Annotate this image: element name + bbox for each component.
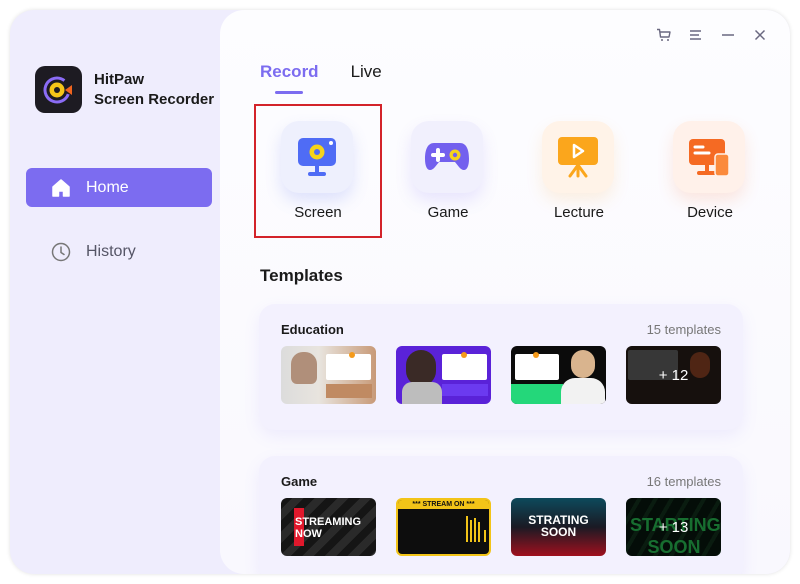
dot: [461, 352, 467, 358]
tab-record[interactable]: Record: [260, 62, 319, 94]
main-panel: Record Live Screen Game Lecture Device T…: [220, 10, 790, 574]
person-body: [561, 378, 605, 404]
template-thumbnail[interactable]: [396, 346, 491, 404]
mode-label: Device: [687, 204, 733, 221]
template-thumbnail[interactable]: STREAMING NOW: [281, 498, 376, 556]
mode-game[interactable]: Game: [386, 106, 510, 236]
home-icon: [50, 177, 72, 199]
app-name-line1: HitPaw: [94, 71, 145, 88]
presentation-icon: [542, 121, 614, 193]
template-thumbnail[interactable]: *** STREAM ON ***: [396, 498, 491, 556]
bar: [466, 516, 468, 542]
template-thumbnail[interactable]: STARTING SOON + 13: [626, 498, 721, 556]
thumbnail-caption: *** STREAM ON ***: [398, 500, 489, 509]
template-count[interactable]: 16 templates: [647, 474, 721, 489]
caption-bar: [511, 384, 563, 404]
more-templates-count[interactable]: + 12: [626, 346, 721, 404]
bar: [474, 518, 476, 542]
minimize-icon: [722, 34, 734, 36]
mode-label: Screen: [294, 204, 342, 221]
thumbnail-caption: STRATING SOON: [528, 513, 589, 539]
cart-button[interactable]: [648, 26, 680, 44]
caption-bar: [442, 384, 488, 396]
dot: [533, 352, 539, 358]
device-icon: [673, 121, 745, 193]
image-placeholder: [515, 354, 559, 380]
person-image: [571, 350, 595, 378]
category-title: Education: [281, 322, 344, 337]
close-button[interactable]: [744, 26, 776, 44]
record-modes: Screen Game Lecture Device: [245, 104, 775, 238]
sidebar-item-home[interactable]: Home: [26, 168, 212, 207]
app-logo: [35, 66, 82, 113]
template-count[interactable]: 15 templates: [647, 322, 721, 337]
mode-tabs: Record Live: [260, 62, 382, 94]
caption-bar: [326, 384, 372, 398]
hitpaw-logo-icon: [43, 76, 72, 104]
app-name-line2: Screen Recorder: [94, 91, 215, 108]
template-thumbnail[interactable]: STRATING SOON: [511, 498, 606, 556]
sidebar: HitPaw Screen Recorder Home History: [10, 10, 222, 574]
mode-device[interactable]: Device: [648, 106, 772, 236]
app-window: HitPaw Screen Recorder Home History Reco…: [10, 10, 790, 574]
templates-heading: Templates: [260, 266, 343, 285]
template-category-game: Game 16 templates STREAMING NOW *** STRE…: [259, 456, 743, 574]
template-thumbnail[interactable]: [511, 346, 606, 404]
bar: [478, 522, 480, 542]
bar: [470, 520, 472, 542]
gamepad-icon: [411, 121, 483, 193]
app-name: HitPaw Screen Recorder: [94, 70, 214, 110]
mode-lecture[interactable]: Lecture: [517, 106, 641, 236]
person-image: [291, 352, 317, 384]
template-thumbnail[interactable]: [281, 346, 376, 404]
template-category-education: Education 15 templates + 12: [259, 304, 743, 430]
image-placeholder: [326, 354, 371, 380]
tab-live[interactable]: Live: [351, 62, 382, 92]
close-icon: [754, 29, 766, 41]
bar: [484, 530, 486, 542]
person-body: [402, 382, 442, 404]
mode-label: Lecture: [553, 204, 605, 221]
cart-icon: [657, 28, 671, 41]
window-controls: [648, 26, 776, 44]
minimize-button[interactable]: [712, 26, 744, 44]
clock-icon: [50, 241, 72, 263]
monitor-camera-icon: [281, 121, 353, 193]
sidebar-item-history[interactable]: History: [26, 232, 212, 271]
category-title: Game: [281, 474, 318, 489]
more-templates-count[interactable]: + 13: [626, 498, 721, 556]
template-thumbnail[interactable]: + 12: [626, 346, 721, 404]
menu-button[interactable]: [680, 26, 712, 44]
menu-icon: [690, 30, 701, 40]
mode-screen[interactable]: Screen: [254, 104, 382, 238]
dot: [349, 352, 355, 358]
person-image: [406, 350, 436, 386]
sidebar-item-label: History: [86, 242, 136, 260]
mode-label: Game: [427, 204, 469, 221]
sidebar-item-label: Home: [86, 178, 129, 196]
thumbnail-caption: STREAMING NOW: [295, 516, 361, 540]
